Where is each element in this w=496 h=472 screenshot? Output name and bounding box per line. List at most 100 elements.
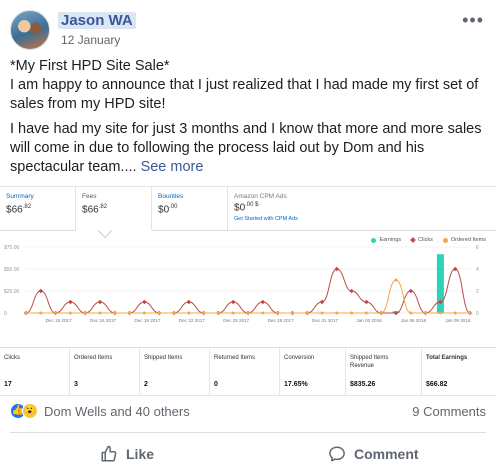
- comment-label: Comment: [354, 446, 419, 462]
- earnings-dashboard-image[interactable]: Summary $66.82 Fees $66.82 Bounties $0.0…: [0, 186, 496, 396]
- like-label: Like: [126, 446, 155, 462]
- ordered-items-point: [409, 311, 413, 315]
- tab-cpm-ads-label: Amazon CPM Ads: [234, 193, 287, 200]
- ordered-items-point: [98, 311, 102, 315]
- x-tick-label: Jan 09 2018: [445, 318, 471, 323]
- see-more-link[interactable]: See more: [141, 159, 204, 175]
- legend-ordered-items[interactable]: Ordered Items: [442, 237, 486, 243]
- y-left-tick-label: 0: [4, 311, 7, 317]
- cpm-ads-link[interactable]: Get Started with CPM Ads: [234, 216, 312, 222]
- ordered-items-point: [68, 311, 72, 315]
- ordered-items-point: [246, 311, 250, 315]
- ordered-items-point: [216, 311, 220, 315]
- legend-clicks-swatch: [410, 237, 417, 243]
- post-paragraph-2: I have had my site for just 3 months and…: [10, 120, 486, 177]
- ordered-items-point: [261, 311, 265, 315]
- ordered-items-point: [350, 311, 354, 315]
- metric-conversion: Conversion 17.65%: [280, 348, 346, 396]
- thumbs-up-icon: [101, 445, 117, 462]
- ordered-items-point: [24, 311, 28, 315]
- reactions-bar: 👍 😮 Dom Wells and 40 others 9 Comments: [10, 402, 486, 422]
- y-left-tick-label: $75.00: [4, 245, 20, 251]
- comments-count[interactable]: 9 Comments: [412, 404, 486, 419]
- like-button[interactable]: Like: [100, 441, 154, 467]
- ordered-items-point: [424, 311, 428, 315]
- tab-bounties-label: Bounties: [158, 193, 184, 200]
- ordered-items-point: [128, 311, 132, 315]
- line-chart-svg: $75.00 6 $50.00 4 $25.00 2 0 0 Dec 15 2017 Dec 16…: [4, 245, 479, 323]
- clicks-point: [319, 299, 325, 305]
- tab-cpm-ads-value: $0.00 $: [234, 202, 259, 214]
- clicks-point: [230, 299, 236, 305]
- metric-returned-items: Returned Items 0: [210, 348, 280, 396]
- metric-ordered-items: Ordered Items 3: [70, 348, 140, 396]
- x-tick-label: Dec 16 2017: [90, 318, 116, 323]
- x-tick-label: Dec 15 2017: [46, 318, 72, 323]
- ordered-items-point: [231, 311, 235, 315]
- tab-summary-label: Summary: [6, 193, 34, 200]
- tab-summary-value: $66.82: [6, 204, 32, 216]
- wow-reaction-icon[interactable]: 😮: [22, 403, 38, 419]
- ordered-items-point: [468, 311, 472, 315]
- clicks-point: [260, 299, 266, 305]
- ordered-items-point: [157, 311, 161, 315]
- ordered-items-point: [39, 311, 43, 315]
- tab-fees[interactable]: Fees $66.82: [76, 187, 152, 231]
- x-tick-label: Dec 25 2017: [223, 318, 249, 323]
- metric-clicks: Clicks 17: [0, 348, 70, 396]
- avatar[interactable]: [10, 10, 50, 50]
- x-tick-label: Jan 03 2018: [356, 318, 382, 323]
- legend-clicks[interactable]: Clicks: [410, 237, 433, 243]
- legend-earnings-swatch: [371, 237, 377, 243]
- ordered-items-point: [172, 311, 176, 315]
- author-name[interactable]: Jason WA: [58, 12, 136, 29]
- y-right-tick-label: 6: [476, 245, 479, 251]
- clicks-point: [186, 299, 192, 305]
- x-tick-label: Dec 31 2017: [312, 318, 338, 323]
- clicks-point: [408, 288, 414, 294]
- tab-fees-value: $66.82: [82, 204, 108, 216]
- y-right-tick-label: 2: [476, 289, 479, 295]
- clicks-point: [364, 299, 369, 305]
- comment-button[interactable]: Comment: [328, 441, 419, 467]
- clicks-point: [38, 288, 44, 294]
- tab-bounties-value: $0.00: [158, 204, 178, 216]
- tab-cpm-ads[interactable]: Amazon CPM Ads $0.00 $ Get Started with …: [228, 187, 318, 231]
- chart-legend: Earnings Clicks Ordered Items: [371, 237, 486, 243]
- speech-bubble-icon: [329, 446, 345, 462]
- ordered-items-point: [276, 311, 280, 315]
- y-left-tick-label: $25.00: [4, 289, 20, 295]
- metric-shipped-items: Shipped Items 2: [140, 348, 210, 396]
- reaction-names[interactable]: Dom Wells and 40 others: [44, 404, 190, 419]
- y-left-tick-label: $50.00: [4, 267, 20, 273]
- x-tick-label: Dec 28 2017: [268, 318, 294, 323]
- clicks-point: [334, 266, 340, 272]
- ellipsis-icon[interactable]: •••: [462, 10, 484, 31]
- post-actions: Like Comment: [10, 432, 486, 472]
- ordered-items-point: [202, 311, 206, 315]
- post-paragraph-1: *My First HPD Site Sale* I am happy to a…: [10, 58, 479, 112]
- y-right-tick-label: 0: [476, 311, 479, 317]
- clicks-point: [142, 299, 147, 305]
- ordered-items-point: [54, 311, 58, 315]
- clicks-point: [97, 299, 103, 305]
- metric-shipped-revenue: Shipped Items Revenue $835.26: [346, 348, 422, 396]
- post-date[interactable]: 12 January: [61, 33, 120, 47]
- metric-total-earnings: Total Earnings $66.82: [426, 355, 468, 388]
- ordered-items-point: [438, 311, 442, 315]
- legend-ordered-swatch: [442, 237, 448, 243]
- ordered-items-point: [335, 311, 339, 315]
- ordered-items-point: [453, 311, 457, 315]
- x-tick-label: Jan 06 2018: [401, 318, 427, 323]
- clicks-point: [68, 299, 73, 305]
- tab-summary[interactable]: Summary $66.82: [0, 187, 76, 231]
- tab-bounties[interactable]: Bounties $0.00: [152, 187, 228, 231]
- ordered-items-point: [83, 311, 87, 315]
- ordered-items-point: [379, 311, 383, 315]
- ordered-items-point: [305, 311, 309, 315]
- earnings-chart: Earnings Clicks Ordered Items $75.00 6 $50…: [0, 233, 496, 343]
- legend-earnings[interactable]: Earnings: [371, 237, 401, 243]
- post-paragraph-2-text: I have had my site for just 3 months and…: [10, 121, 482, 175]
- metrics-row: Clicks 17 Ordered Items 3 Shipped Items …: [0, 347, 496, 396]
- ordered-items-point: [187, 311, 191, 315]
